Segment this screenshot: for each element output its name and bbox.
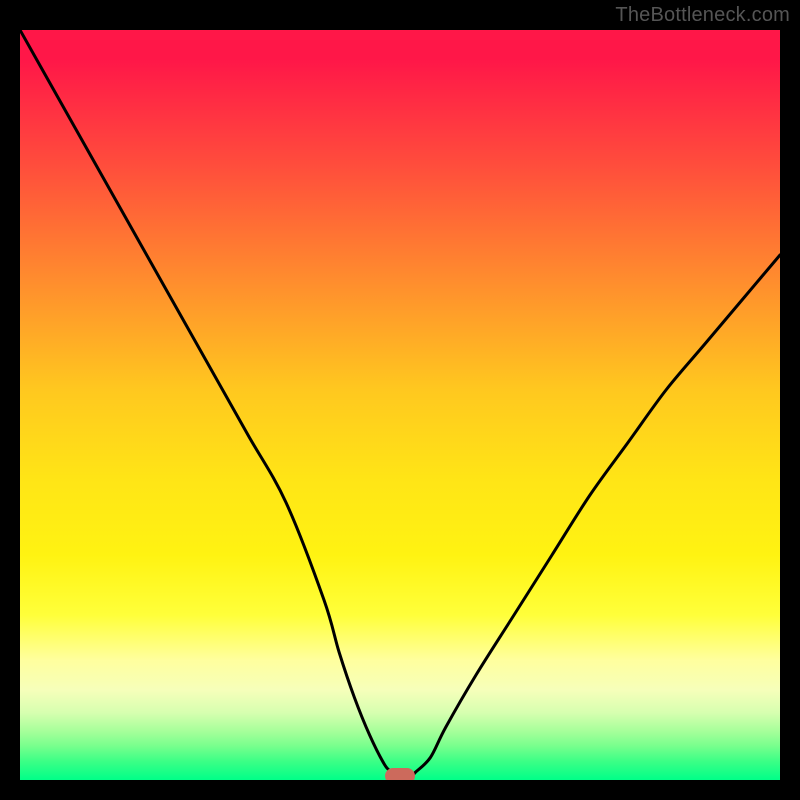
attribution-text: TheBottleneck.com (615, 4, 790, 27)
bottleneck-curve (20, 30, 780, 780)
plot-area (20, 30, 780, 780)
chart-frame: TheBottleneck.com (0, 0, 800, 800)
optimal-marker (385, 768, 415, 780)
